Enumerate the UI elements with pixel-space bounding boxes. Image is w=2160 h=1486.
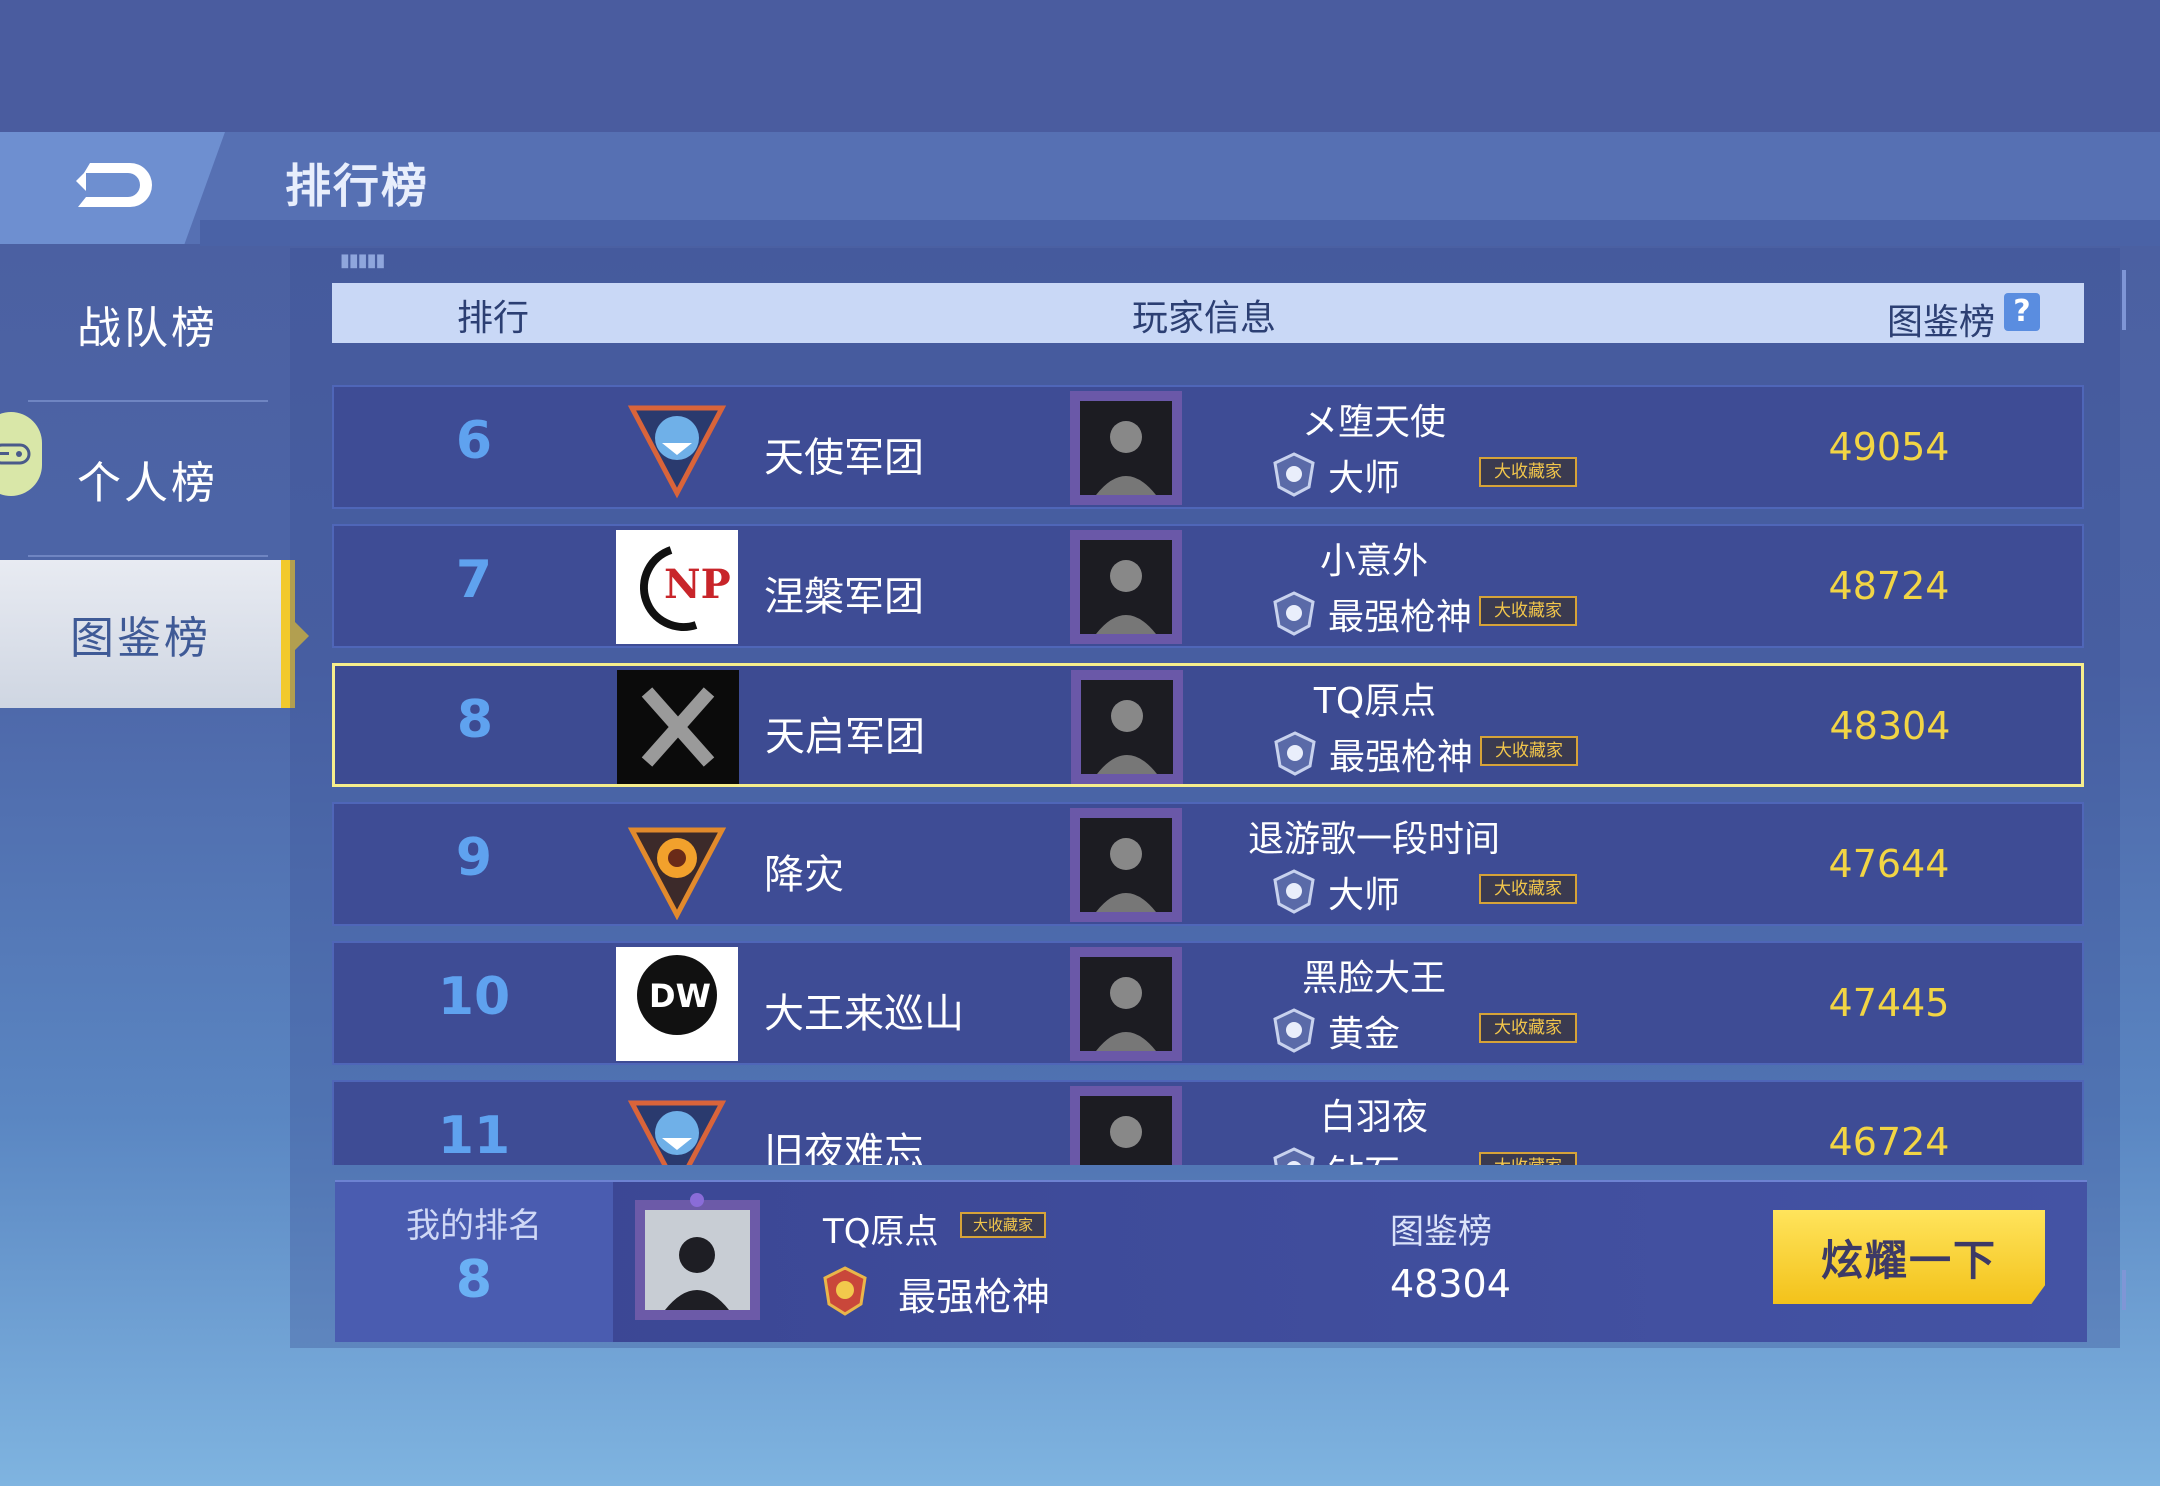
ranking-row[interactable]: 8 天启军团 TQ原点最强枪神 大收藏家 48304 bbox=[332, 663, 2084, 787]
my-player-name: TQ原点 bbox=[823, 1212, 939, 1252]
team-logo[interactable] bbox=[616, 391, 738, 505]
tier-emblem-icon bbox=[1273, 452, 1315, 497]
my-dex-label: 图鉴榜 bbox=[1390, 1212, 1492, 1252]
collector-badge: 大收藏家 bbox=[1479, 596, 1577, 626]
collector-badge: 大收藏家 bbox=[1480, 736, 1578, 766]
table-header: 排行 玩家信息 图鉴榜 ? bbox=[332, 283, 2084, 343]
my-rank-box: 我的排名 8 bbox=[335, 1182, 613, 1342]
my-collector-badge: 大收藏家 bbox=[960, 1212, 1046, 1238]
nav-divider bbox=[28, 555, 268, 557]
ranking-list[interactable]: 6 天使军团 メ堕天使 大师 大收藏家 49054 7 NP 涅槃军团 小意外 最强枪神 大收藏家 48… bbox=[332, 345, 2084, 1165]
collector-badge: 大收藏家 bbox=[1479, 874, 1577, 904]
team-name: 旧夜难忘 bbox=[764, 1130, 924, 1165]
ranking-row[interactable]: 10 DW 大王来巡山 黑脸大王黄金 大收藏家 47445 bbox=[332, 941, 2084, 1065]
team-name: 大王来巡山 bbox=[764, 991, 964, 1037]
nav-divider bbox=[28, 400, 268, 402]
ranking-row[interactable]: 11 旧夜难忘 白羽夜钻石 大收藏家 46724 bbox=[332, 1080, 2084, 1165]
ranking-row[interactable]: 6 天使军团 メ堕天使大师 大收藏家 49054 bbox=[332, 385, 2084, 509]
tier-name: 最强枪神 bbox=[1329, 737, 1474, 778]
team-logo[interactable] bbox=[616, 1086, 738, 1165]
ranking-row[interactable]: 9 降灾 退游歌一段时间大师 大收藏家 47644 bbox=[332, 802, 2084, 926]
player-name: 小意外 bbox=[1319, 541, 1428, 582]
tier-emblem-icon bbox=[1274, 731, 1316, 776]
collector-badge: 大收藏家 bbox=[1479, 457, 1577, 487]
column-header-rank: 排行 bbox=[457, 298, 530, 339]
column-header-player-info: 玩家信息 bbox=[1132, 298, 1277, 339]
player-avatar[interactable] bbox=[1062, 387, 1190, 509]
sidebar-nav: 战队榜 个人榜 图鉴榜 bbox=[0, 250, 309, 1350]
team-logo[interactable]: DW bbox=[616, 947, 738, 1061]
show-off-button[interactable]: 炫耀一下 bbox=[1773, 1210, 2045, 1304]
team-logo[interactable] bbox=[617, 670, 739, 784]
player-name: 黑脸大王 bbox=[1301, 958, 1446, 999]
player-avatar[interactable] bbox=[1062, 526, 1190, 648]
decoration-bars: ▮▮▮▮▮ bbox=[340, 250, 386, 271]
player-avatar[interactable] bbox=[1062, 804, 1190, 926]
tier-emblem-icon bbox=[1273, 1147, 1315, 1165]
row-rank: 11 bbox=[437, 1106, 511, 1165]
row-rank: 8 bbox=[456, 690, 494, 750]
help-icon[interactable]: ? bbox=[2004, 293, 2040, 331]
my-rank-bar: 我的排名 8 TQ原点 大收藏家 最强枪神 图鉴榜 48304 炫耀一下 bbox=[335, 1180, 2087, 1342]
dex-score: 47445 bbox=[1828, 981, 1950, 1025]
tier-name: 大师 bbox=[1328, 458, 1401, 499]
dex-score: 47644 bbox=[1828, 842, 1950, 886]
row-rank: 7 bbox=[455, 550, 493, 610]
team-name: 涅槃军团 bbox=[764, 574, 924, 620]
player-name: 白羽夜 bbox=[1319, 1097, 1428, 1138]
top-band bbox=[0, 0, 2160, 132]
column-header-dex: 图鉴榜 bbox=[1887, 302, 1996, 343]
tier-emblem-icon bbox=[823, 1266, 867, 1316]
my-rank-number: 8 bbox=[455, 1250, 493, 1310]
tier-name: 钻石 bbox=[1328, 1144, 1400, 1165]
page-title: 排行榜 bbox=[285, 159, 429, 213]
svg-text:NP: NP bbox=[664, 561, 731, 608]
team-name: 天启军团 bbox=[765, 714, 925, 760]
tier-emblem-icon bbox=[1273, 591, 1315, 636]
row-rank: 6 bbox=[455, 411, 493, 471]
dex-score: 48724 bbox=[1828, 564, 1950, 608]
tier-name: 黄金 bbox=[1328, 1014, 1401, 1055]
gamepad-glyph-icon bbox=[0, 443, 31, 465]
dex-score: 48304 bbox=[1829, 704, 1951, 748]
tier-emblem-icon bbox=[1273, 1008, 1315, 1053]
my-avatar[interactable] bbox=[625, 1190, 770, 1330]
team-name: 天使军团 bbox=[764, 435, 924, 481]
dex-score: 46724 bbox=[1828, 1120, 1950, 1164]
ranking-row[interactable]: 7 NP 涅槃军团 小意外最强枪神 大收藏家 48724 bbox=[332, 524, 2084, 648]
row-rank: 9 bbox=[455, 828, 493, 888]
collector-badge: 大收藏家 bbox=[1479, 1013, 1577, 1043]
player-avatar[interactable] bbox=[1062, 1082, 1190, 1165]
my-tier-name: 最强枪神 bbox=[898, 1275, 1051, 1319]
svg-text:DW: DW bbox=[649, 977, 711, 1015]
gamepad-icon[interactable] bbox=[0, 412, 42, 496]
nav-item-personal-ranking[interactable]: 个人榜 bbox=[0, 405, 295, 553]
team-logo[interactable] bbox=[616, 808, 738, 922]
collector-badge: 大收藏家 bbox=[1479, 1152, 1577, 1165]
player-avatar[interactable] bbox=[1062, 943, 1190, 1065]
tier-name: 最强枪神 bbox=[1328, 597, 1473, 638]
my-dex-value: 48304 bbox=[1390, 1262, 1511, 1306]
player-name: TQ原点 bbox=[1313, 681, 1437, 722]
dex-score: 49054 bbox=[1828, 425, 1950, 469]
player-name: 退游歌一段时间 bbox=[1247, 819, 1500, 860]
player-name: メ堕天使 bbox=[1301, 402, 1446, 443]
tier-name: 大师 bbox=[1328, 875, 1401, 916]
back-arrow-icon[interactable] bbox=[72, 155, 162, 215]
nav-item-team-ranking[interactable]: 战队榜 bbox=[0, 250, 295, 398]
tier-emblem-icon bbox=[1273, 869, 1315, 914]
nav-item-dex-ranking[interactable]: 图鉴榜 bbox=[0, 560, 295, 708]
row-rank: 10 bbox=[437, 967, 511, 1027]
team-logo[interactable]: NP bbox=[616, 530, 738, 644]
player-avatar[interactable] bbox=[1063, 666, 1191, 788]
header-stripe bbox=[200, 220, 2160, 246]
scroll-indicator[interactable] bbox=[2122, 270, 2128, 1320]
team-name: 降灾 bbox=[764, 852, 844, 898]
my-rank-label: 我的排名 bbox=[406, 1206, 542, 1246]
